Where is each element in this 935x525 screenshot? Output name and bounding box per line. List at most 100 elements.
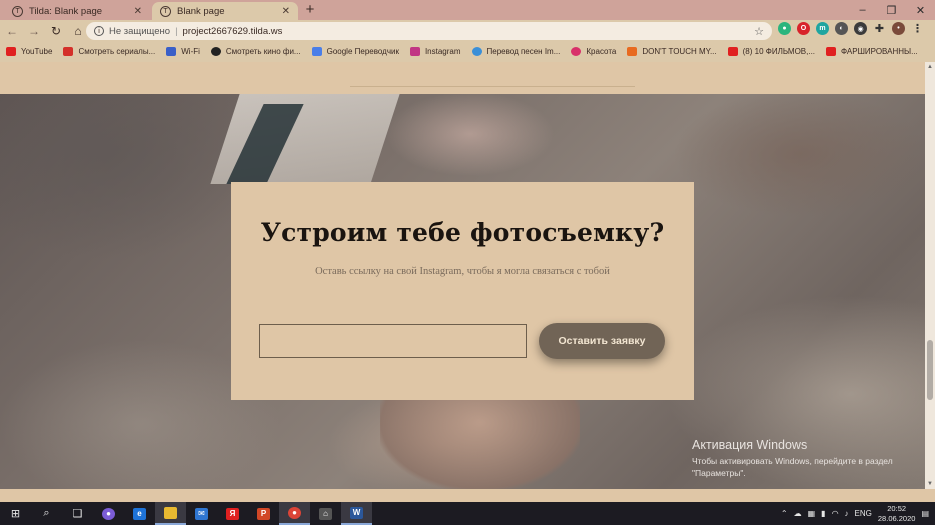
activation-text: Чтобы активировать Windows, перейдите в …	[692, 456, 893, 478]
tilda-favicon-icon: T	[12, 5, 23, 17]
extensions-puzzle-icon[interactable]: ✚	[873, 22, 886, 35]
page-scrollbar[interactable]: ▲ ▼	[925, 62, 935, 489]
file-explorer-icon[interactable]	[155, 502, 186, 525]
instagram-icon	[409, 46, 420, 56]
start-button[interactable]: ⊞	[0, 502, 31, 525]
bookmark-label: Instagram	[424, 46, 461, 56]
profile-avatar[interactable]: •	[892, 22, 905, 35]
forward-button[interactable]: →	[24, 21, 44, 41]
keyboard-language[interactable]: ENG	[855, 509, 872, 518]
bookmark-label: YouTube	[21, 46, 53, 56]
system-tray: ⌃ ☁ ▦ ▮ ◠ ♪ ENG 20:52 28.06.2020 ▤	[781, 502, 929, 525]
tab-strip: T Tilda: Blank page ✕ T Blank page ✕ + –…	[0, 0, 935, 20]
cloud-icon[interactable]: ☁	[794, 509, 802, 518]
word-icon[interactable]: W	[341, 502, 372, 525]
powerpoint-icon[interactable]: P	[248, 502, 279, 525]
bookmark-label: Смотреть сериалы...	[78, 46, 156, 56]
url-text[interactable]: project2667629.tilda.ws	[183, 26, 283, 37]
signup-card: Устроим тебе фотосъемку? Оставь ссылку н…	[231, 182, 694, 400]
tab-label: Blank page	[177, 5, 225, 17]
activation-title: Активация Windows	[692, 438, 808, 452]
store-icon[interactable]: ⌂	[310, 502, 341, 525]
yandex-icon[interactable]: Я	[217, 502, 248, 525]
wifi-icon[interactable]: ◠	[832, 509, 839, 518]
address-separator: |	[175, 25, 178, 37]
notifications-icon[interactable]: ▤	[921, 509, 929, 518]
bookmarks-bar: YouTube Смотреть сериалы... Wi-Fi Смотре…	[0, 42, 935, 60]
bookmark-google-translate[interactable]: Google Переводчик	[311, 46, 399, 56]
wifi-icon	[166, 46, 177, 56]
tilda-favicon-icon: T	[160, 5, 171, 17]
extension-camera-icon[interactable]: ◉	[854, 22, 867, 35]
scrollbar-thumb[interactable]	[927, 340, 933, 400]
cortana-icon[interactable]: ●	[93, 502, 124, 525]
window-controls: – ❐ ✕	[848, 0, 935, 20]
extension-gray-icon[interactable]: ◐	[835, 22, 848, 35]
bookmark-label: Красота	[586, 46, 617, 56]
clock-time: 20:52	[887, 503, 907, 513]
network-icon[interactable]: ▦	[808, 509, 816, 518]
info-icon[interactable]: i	[94, 26, 104, 36]
new-tab-button[interactable]: +	[302, 2, 318, 18]
close-icon[interactable]: ✕	[282, 6, 290, 17]
chrome-icon[interactable]: ●	[279, 502, 310, 525]
security-label: Не защищено	[109, 25, 171, 37]
bookmark-label: Wi-Fi	[181, 46, 200, 56]
edge-icon[interactable]: e	[124, 502, 155, 525]
mail-icon[interactable]: ✉	[186, 502, 217, 525]
tab-blank-page[interactable]: T Blank page ✕	[152, 2, 298, 20]
knee-shape	[380, 394, 580, 489]
youtube-icon	[727, 46, 738, 56]
youtube-icon	[6, 46, 16, 56]
bookmark-lyrics[interactable]: Перевод песен Im...	[471, 46, 560, 56]
people-icon[interactable]: ⌃	[781, 509, 788, 518]
bookmark-beauty[interactable]: Красота	[571, 46, 617, 56]
home-button[interactable]: ⌂	[68, 21, 88, 41]
volume-icon[interactable]: ♪	[845, 509, 849, 518]
battery-icon[interactable]: ▮	[821, 509, 825, 518]
bookmark-label: DON'T TOUCH MY...	[642, 46, 717, 56]
close-window-button[interactable]: ✕	[906, 0, 935, 20]
bookmark-label: (8) 10 ФИЛЬМОВ,...	[742, 46, 816, 56]
bookmark-youtube[interactable]: YouTube	[6, 46, 53, 56]
bookmark-wifi[interactable]: Wi-Fi	[166, 46, 200, 56]
task-view-icon[interactable]: ❑	[62, 502, 93, 525]
site-icon	[471, 46, 482, 56]
form-subtitle: Оставь ссылку на свой Instagram, чтобы я…	[315, 266, 610, 277]
back-button[interactable]: ←	[2, 21, 22, 41]
bookmark-stuffed[interactable]: ФАРШИРОВАННЫ...	[826, 46, 918, 56]
form-heading: Устроим тебе фотосъемку?	[260, 218, 665, 247]
maximize-button[interactable]: ❐	[877, 0, 906, 20]
bookmark-dont-touch[interactable]: DON'T TOUCH MY...	[627, 46, 717, 56]
windows-activation-watermark: Активация Windows Чтобы активировать Win…	[692, 438, 912, 479]
scroll-down-arrow-icon[interactable]: ▼	[925, 479, 935, 489]
page-top-section	[0, 62, 925, 94]
bookmark-label: Google Переводчик	[326, 46, 399, 56]
browser-chrome: T Tilda: Blank page ✕ T Blank page ✕ + –…	[0, 0, 935, 62]
close-icon[interactable]: ✕	[134, 6, 142, 17]
google-translate-icon	[311, 46, 322, 56]
page-bottom-section	[0, 489, 925, 502]
bookmark-kino[interactable]: Смотреть кино фи...	[210, 46, 301, 56]
bookmark-serials[interactable]: Смотреть сериалы...	[63, 46, 156, 56]
bookmark-star-icon[interactable]: ☆	[754, 25, 764, 38]
reload-button[interactable]: ↻	[46, 21, 66, 41]
windows-taskbar: ⊞ ⌕ ❑ ● e ✉ Я P ● ⌂ W ⌃ ☁ ▦ ▮ ◠ ♪ ENG 20…	[0, 502, 935, 525]
clock[interactable]: 20:52 28.06.2020	[878, 504, 916, 524]
minimize-button[interactable]: –	[848, 0, 877, 20]
tab-tilda-blank-page[interactable]: T Tilda: Blank page ✕	[4, 2, 150, 20]
submit-request-button[interactable]: Оставить заявку	[539, 323, 665, 359]
bookmark-10-films[interactable]: (8) 10 ФИЛЬМОВ,...	[727, 46, 816, 56]
bookmark-instagram[interactable]: Instagram	[409, 46, 461, 56]
menu-kebab-icon[interactable]: ⋮	[911, 22, 924, 35]
address-bar[interactable]: i Не защищено | project2667629.tilda.ws …	[86, 22, 772, 40]
extension-green-icon[interactable]: ●	[778, 22, 791, 35]
youtube-icon	[826, 46, 837, 56]
scroll-up-arrow-icon[interactable]: ▲	[925, 62, 935, 72]
site-icon	[571, 46, 582, 56]
extension-m-icon[interactable]: m	[816, 22, 829, 35]
browser-toolbar: ← → ↻ ⌂ i Не защищено | project2667629.t…	[0, 20, 935, 42]
opera-extension-icon[interactable]: O	[797, 22, 810, 35]
instagram-link-input[interactable]	[259, 324, 527, 358]
search-icon[interactable]: ⌕	[31, 502, 62, 525]
